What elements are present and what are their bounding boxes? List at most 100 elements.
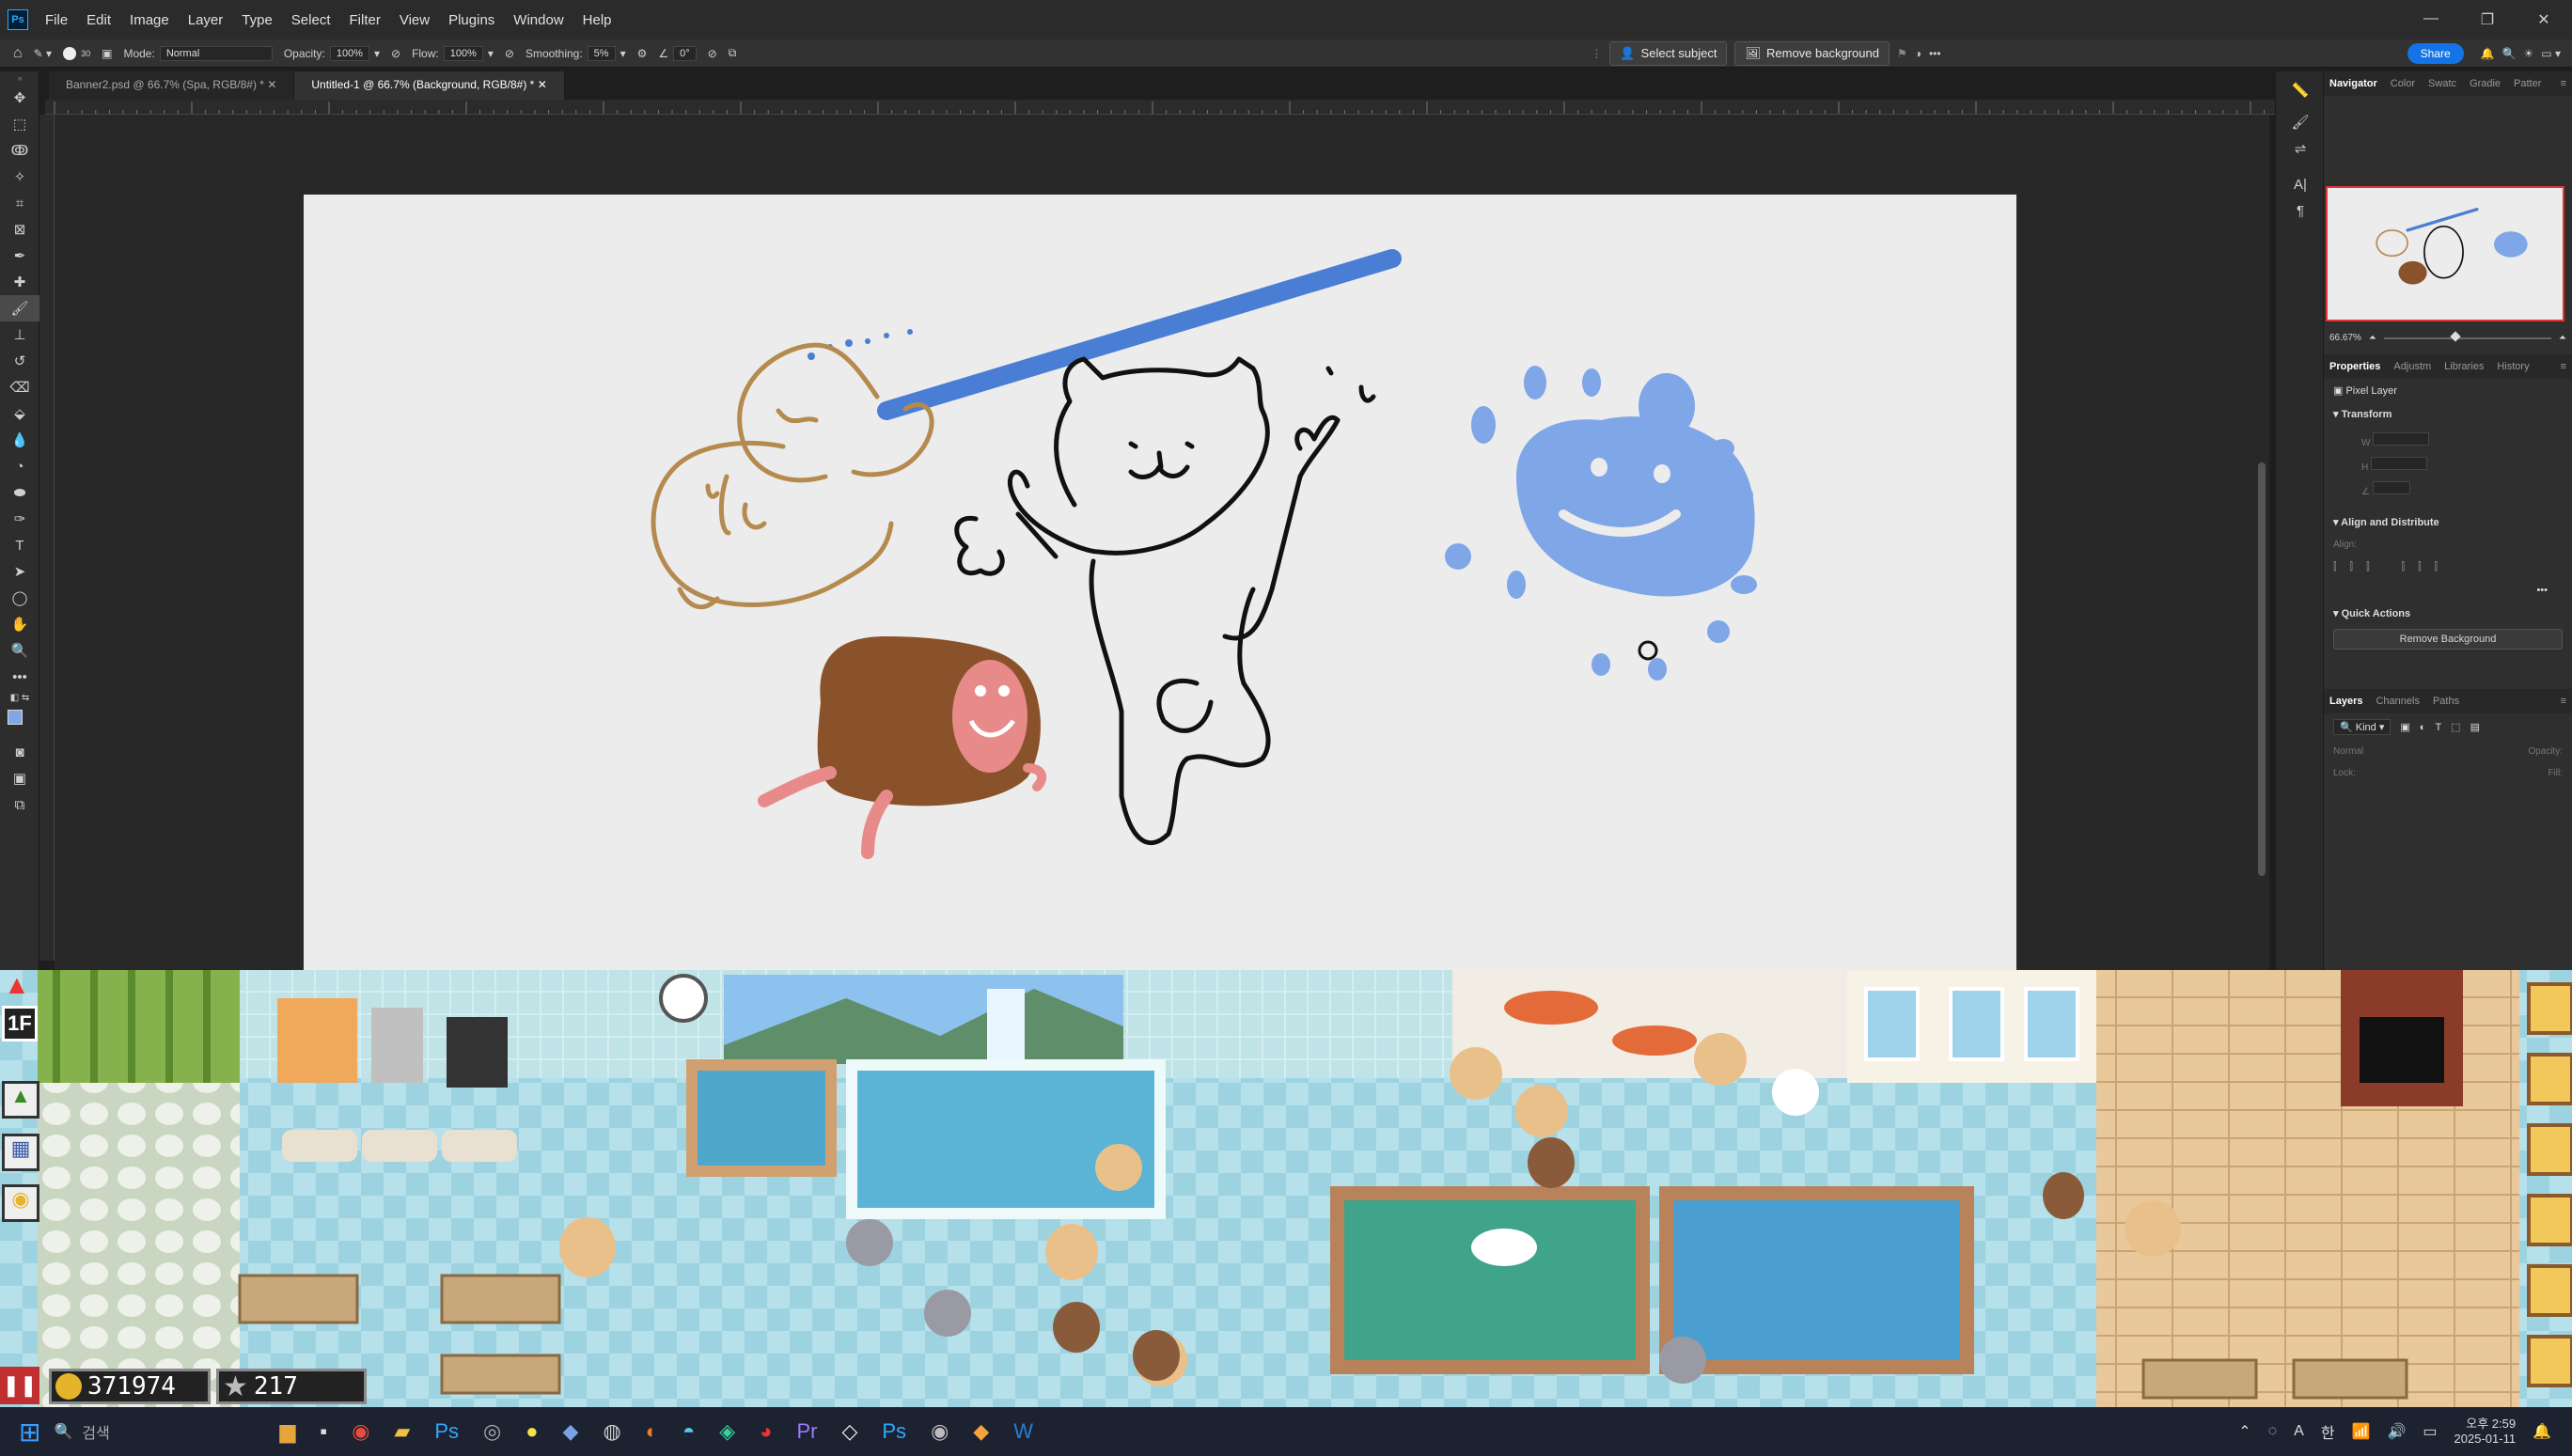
align-left-icon[interactable]: ⫿ — [2333, 561, 2337, 573]
menu-icon[interactable]: ≡ — [2561, 696, 2566, 707]
tab-banner2[interactable]: Banner2.psd @ 66.7% (Spa, RGB/8#) * ✕ — [49, 71, 295, 100]
filter-image-icon[interactable]: ▣ — [2400, 721, 2409, 733]
tab-navigator[interactable]: Navigator — [2329, 78, 2377, 89]
tab-gradients[interactable]: Gradie — [2470, 78, 2501, 89]
taskbar-premiere-icon[interactable]: Pr — [796, 1419, 817, 1444]
quick-actions-header[interactable]: ▾ Quick Actions — [2324, 602, 2572, 625]
align-bottom-icon[interactable]: ⫿ — [2435, 561, 2439, 573]
tab-patterns[interactable]: Patter — [2514, 78, 2541, 89]
blend-mode-select[interactable]: Normal — [2333, 746, 2363, 757]
menu-icon[interactable]: ≡ — [2561, 78, 2566, 89]
hand-tool-icon[interactable]: ✋ — [0, 611, 39, 637]
tab-layers[interactable]: Layers — [2329, 696, 2362, 707]
tray-battery-icon[interactable]: ▭ — [2423, 1422, 2437, 1441]
lasso-tool-icon[interactable]: ↂ — [0, 137, 39, 164]
taskbar-app-icon[interactable]: ◆ — [563, 1419, 579, 1444]
ruler-icon[interactable]: 📏 — [2276, 71, 2325, 109]
menu-filter[interactable]: Filter — [340, 12, 390, 28]
magic-wand-icon[interactable]: ✧ — [0, 164, 39, 190]
crop-tool-icon[interactable]: ⌗ — [0, 190, 39, 216]
select-subject-button[interactable]: 👤 Select subject — [1609, 40, 1728, 66]
history-brush-icon[interactable]: ↺ — [0, 348, 39, 374]
paragraph-icon[interactable]: ¶ — [2276, 197, 2325, 224]
floor-indicator[interactable]: 1F — [2, 1006, 38, 1041]
taskbar-steam-icon[interactable]: ◉ — [931, 1419, 949, 1444]
tab-properties[interactable]: Properties — [2329, 361, 2380, 372]
taskbar-game-icon[interactable]: ◓ — [682, 1419, 695, 1444]
tab-color[interactable]: Color — [2391, 78, 2415, 89]
airbrush-icon[interactable]: ⊘ — [505, 47, 514, 60]
minimize-icon[interactable]: — — [2403, 10, 2459, 29]
game-window[interactable]: ▲ 1F ▲ ▦ ◉ ❚❚ 371974 ★ 217 — [0, 970, 2572, 1407]
taskbar-taskview-icon[interactable]: ▪ — [320, 1419, 327, 1444]
pen-tool-icon[interactable]: ✑ — [0, 506, 39, 532]
navigator-thumbnail[interactable] — [2326, 186, 2564, 321]
healing-brush-icon[interactable]: ✚ — [0, 269, 39, 295]
shape-tool-icon[interactable]: ◯ — [0, 585, 39, 611]
brush-panel-icon[interactable]: 🖌 — [2276, 109, 2325, 135]
search-icon[interactable]: 🔍 — [2502, 47, 2517, 60]
character-icon[interactable]: A| — [2276, 171, 2325, 197]
kind-select[interactable]: 🔍 Kind ▾ — [2333, 719, 2392, 735]
eraser-tool-icon[interactable]: ⌫ — [0, 374, 39, 400]
taskbar-word-icon[interactable]: W — [1013, 1419, 1033, 1444]
menu-window[interactable]: Window — [504, 12, 572, 28]
marquee-tool-icon[interactable]: ⬚ — [0, 111, 39, 137]
mode-select[interactable]: Normal — [159, 45, 273, 61]
transform-header[interactable]: ▾ Transform — [2324, 402, 2572, 426]
taskbar-folder-icon[interactable]: ▰ — [394, 1419, 410, 1444]
taskbar-youtube-icon[interactable]: ◕ — [760, 1419, 772, 1444]
vertical-scrollbar[interactable] — [2258, 462, 2266, 876]
eyedropper-icon[interactable]: ✒ — [0, 243, 39, 269]
tab-libraries[interactable]: Libraries — [2444, 361, 2484, 372]
width-field[interactable] — [2373, 432, 2430, 446]
zoom-value[interactable]: 66.67% — [2329, 333, 2361, 343]
height-field[interactable] — [2371, 457, 2428, 470]
align-right-icon[interactable]: ⫿ — [2366, 561, 2370, 573]
zoom-out-icon[interactable]: ⏶ — [2369, 333, 2376, 343]
taskbar-obs-icon[interactable]: ◍ — [603, 1419, 620, 1444]
close-icon[interactable]: ✕ — [267, 78, 276, 91]
filter-adjust-icon[interactable]: ◐ — [2420, 722, 2426, 733]
tree-button[interactable]: ▲ — [2, 1081, 39, 1119]
taskbar-chrome-icon[interactable]: ◉ — [352, 1419, 369, 1444]
tab-adjustments[interactable]: Adjustm — [2393, 361, 2431, 372]
tab-channels[interactable]: Channels — [2376, 696, 2419, 707]
menu-plugins[interactable]: Plugins — [439, 12, 504, 28]
remove-background-button[interactable]: 🖼 Remove background — [1734, 40, 1890, 66]
quick-mask-icon[interactable]: ◙ — [0, 739, 39, 765]
menu-image[interactable]: Image — [120, 12, 179, 28]
tab-swatches[interactable]: Swatc — [2428, 78, 2456, 89]
close-icon[interactable]: ✕ — [538, 78, 547, 91]
dodge-tool-icon[interactable]: ◔ — [0, 453, 39, 479]
taskbar-briefcase-icon[interactable]: ▆ — [279, 1419, 295, 1444]
notification-icon[interactable]: 🔔 — [2533, 1422, 2551, 1441]
windows-start-icon[interactable]: ⊞ — [19, 1417, 40, 1448]
bell-icon[interactable]: 🔔 — [2481, 47, 2495, 60]
generative-icon[interactable]: ⧉ — [0, 791, 39, 818]
taskbar-photoshop-icon[interactable]: Ps — [434, 1419, 459, 1444]
blur-tool-icon[interactable]: 💧 — [0, 427, 39, 453]
opacity-field[interactable]: 100% — [329, 45, 369, 61]
menu-layer[interactable]: Layer — [179, 12, 233, 28]
document-canvas[interactable] — [304, 195, 2016, 970]
home-icon[interactable]: ⌂ — [13, 45, 23, 62]
gear-icon[interactable]: ⚙ — [637, 47, 648, 60]
layout-button[interactable]: ▦ — [2, 1134, 39, 1171]
filter-shape-icon[interactable]: ⬚ — [2451, 721, 2460, 733]
taskbar-music-icon[interactable]: ◐ — [646, 1419, 658, 1444]
align-middle-icon[interactable]: ⫿ — [2418, 561, 2422, 573]
taskbar-search[interactable]: 🔍 검색 — [54, 1420, 223, 1443]
taskbar-kakaotalk-icon[interactable]: ● — [525, 1419, 538, 1444]
tray-chevron-icon[interactable]: ⌃ — [2238, 1422, 2250, 1441]
move-tool-icon[interactable]: ✥ — [0, 85, 39, 111]
brush-settings-icon[interactable]: ▣ — [102, 47, 112, 60]
workspace-icon[interactable]: ▭ ▾ — [2541, 47, 2561, 60]
tray-input-icon[interactable]: A — [2294, 1423, 2304, 1440]
frame-tool-icon[interactable]: ⊠ — [0, 216, 39, 243]
canvas-area[interactable] — [55, 115, 2269, 970]
menu-type[interactable]: Type — [232, 12, 282, 28]
taskbar-capcut-icon[interactable]: ◇ — [841, 1419, 857, 1444]
adjustments-icon[interactable]: ⇌ — [2276, 135, 2325, 162]
menu-help[interactable]: Help — [573, 12, 621, 28]
